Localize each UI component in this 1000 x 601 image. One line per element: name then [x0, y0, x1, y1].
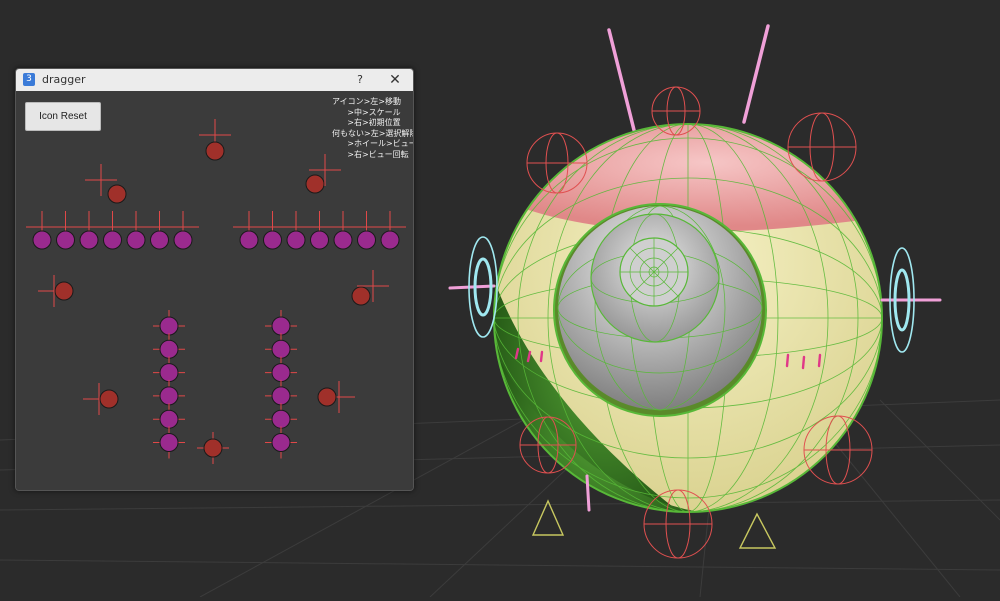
handle-circle[interactable]	[173, 230, 193, 250]
handle-circle[interactable]	[380, 230, 400, 250]
window-title: dragger	[42, 73, 86, 86]
handle-circle[interactable]	[263, 230, 282, 250]
handle-circle[interactable]	[126, 230, 146, 250]
handle-circle[interactable]	[333, 230, 353, 250]
purple-drag-handle[interactable]	[350, 211, 383, 250]
handle-circle[interactable]	[271, 363, 291, 383]
purple-drag-handle[interactable]	[167, 211, 199, 250]
handle-circle[interactable]	[357, 230, 376, 250]
purple-drag-handle[interactable]	[256, 211, 289, 250]
help-line: >ホイール>ビュー	[332, 139, 413, 148]
handle-circle[interactable]	[271, 386, 291, 406]
help-line: >中>スケール	[332, 107, 401, 117]
purple-drag-handle[interactable]	[120, 211, 152, 250]
purple-drag-handle[interactable]	[26, 211, 58, 250]
purple-drag-handle[interactable]	[143, 211, 176, 250]
dragger-dialog: 3 dragger ? ✕ Icon Reset アイコン>左>移動 >中>スケ…	[15, 68, 414, 491]
handle-circle[interactable]	[351, 286, 371, 306]
handle-circle[interactable]	[56, 230, 75, 250]
help-line: >右>初期位置	[332, 118, 401, 127]
handle-circle[interactable]	[317, 387, 337, 407]
help-line: >右>ビュー回転	[332, 149, 409, 159]
handle-circle[interactable]	[54, 281, 74, 301]
dialog-content: Icon Reset アイコン>左>移動 >中>スケール >右>初期位置 何もない…	[16, 91, 413, 490]
purple-drag-handle[interactable]	[265, 426, 297, 459]
eye-rig	[448, 24, 942, 559]
purple-drag-handle[interactable]	[280, 211, 312, 250]
handle-circle[interactable]	[305, 174, 325, 194]
close-x-icon[interactable]: ✕	[386, 72, 404, 88]
handle-circle[interactable]	[159, 409, 179, 429]
handle-circle[interactable]	[271, 433, 291, 452]
purple-drag-handle[interactable]	[303, 211, 336, 250]
purple-drag-handle[interactable]	[73, 211, 105, 250]
antenna	[607, 24, 770, 132]
handle-circle[interactable]	[159, 363, 179, 383]
red-drag-handle[interactable]	[197, 432, 229, 464]
red-drag-handle[interactable]	[351, 270, 389, 306]
handle-circle[interactable]	[286, 230, 306, 250]
purple-drag-handle[interactable]	[96, 211, 129, 250]
help-line: 何もない>左>選択解除	[332, 128, 413, 138]
handle-circle[interactable]	[203, 438, 223, 458]
handle-circle[interactable]	[205, 141, 225, 161]
handle-circle[interactable]	[103, 230, 122, 250]
handle-circle[interactable]	[150, 230, 169, 250]
red-drag-handle[interactable]	[85, 164, 127, 204]
handle-circle[interactable]	[159, 433, 179, 452]
red-drag-handle[interactable]	[199, 119, 231, 161]
red-drag-handle[interactable]	[317, 381, 355, 413]
handle-circle[interactable]	[79, 230, 99, 250]
help-line: アイコン>左>移動	[332, 97, 402, 106]
purple-drag-handle[interactable]	[233, 211, 265, 250]
handle-circle[interactable]	[271, 409, 291, 429]
question-mark-icon[interactable]: ?	[353, 72, 367, 88]
handle-circle[interactable]	[239, 230, 259, 250]
purple-drag-handle[interactable]	[153, 426, 185, 459]
handle-circle[interactable]	[32, 230, 52, 250]
handle-circle[interactable]	[99, 389, 119, 409]
purple-drag-handle[interactable]	[327, 211, 359, 250]
maya-app-icon: 3	[23, 73, 35, 86]
handle-circle[interactable]	[159, 316, 179, 336]
handle-circle[interactable]	[159, 339, 179, 359]
handle-circle[interactable]	[271, 339, 291, 359]
purple-drag-handle[interactable]	[49, 211, 82, 250]
red-drag-handle[interactable]	[83, 383, 119, 415]
help-text: アイコン>左>移動 >中>スケール >右>初期位置 何もない>左>選択解除 >ホイ…	[332, 97, 413, 161]
handle-circle[interactable]	[107, 184, 127, 204]
icon-reset-button[interactable]: Icon Reset	[25, 102, 101, 131]
title-bar[interactable]: 3 dragger ? ✕	[16, 69, 413, 91]
handle-circle[interactable]	[159, 386, 179, 406]
red-drag-handle[interactable]	[38, 275, 74, 307]
purple-drag-handle[interactable]	[374, 211, 406, 250]
handle-circle[interactable]	[271, 316, 291, 336]
handle-circle[interactable]	[310, 230, 329, 250]
